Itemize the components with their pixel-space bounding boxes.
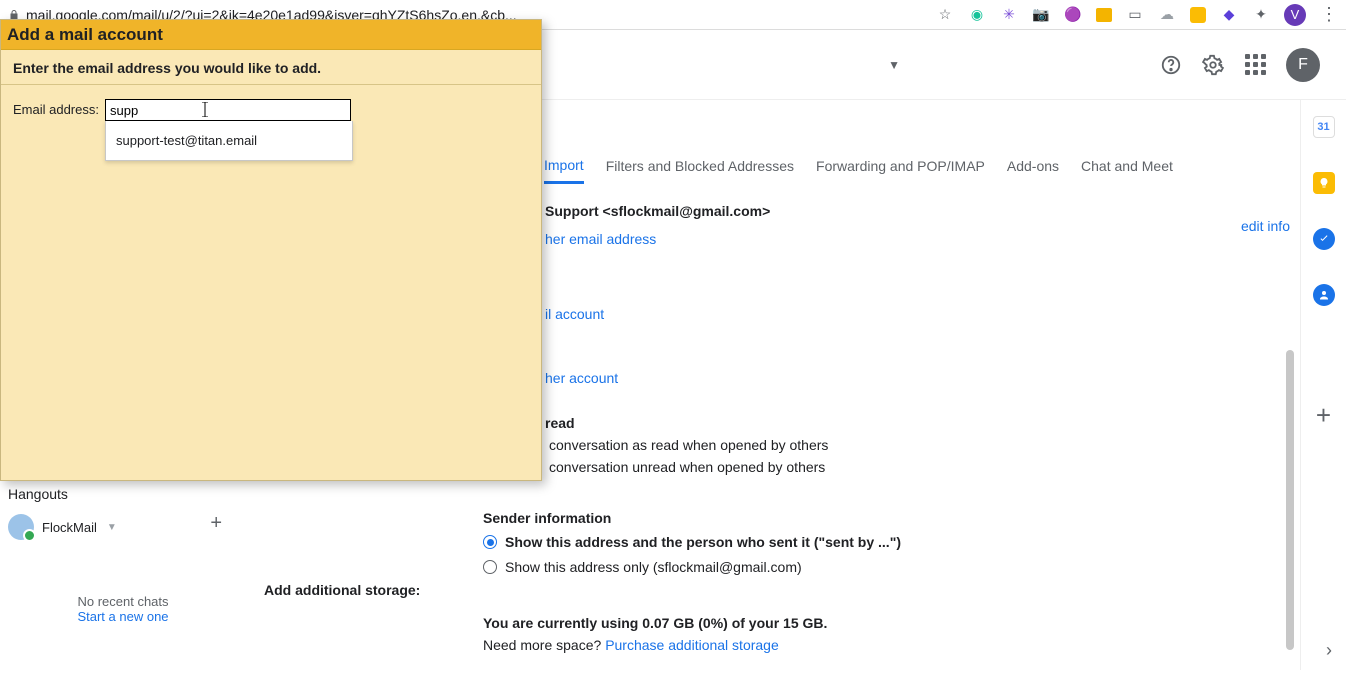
- add-other-account-link[interactable]: her account: [545, 367, 1283, 389]
- account-avatar[interactable]: F: [1286, 48, 1320, 82]
- sender-info-opt1-label: Show this address and the person who sen…: [505, 531, 901, 553]
- tab-addons[interactable]: Add-ons: [1007, 158, 1059, 182]
- autocomplete-suggestion[interactable]: support-test@titan.email: [105, 121, 353, 161]
- chrome-profile-avatar[interactable]: V: [1284, 4, 1306, 26]
- storage-usage-line: You are currently using 0.07 GB (0%) of …: [483, 615, 827, 631]
- modal-title: Add a mail account: [1, 20, 541, 50]
- radio-checked-icon[interactable]: [483, 535, 497, 549]
- mark-as-read-heading: read: [545, 412, 1283, 434]
- add-mail-account-modal: Add a mail account Enter the email addre…: [0, 19, 542, 481]
- side-panel-add-icon[interactable]: +: [1316, 400, 1331, 431]
- hangouts-start-link[interactable]: Start a new one: [8, 609, 238, 624]
- hangouts-empty-text: No recent chats: [77, 594, 168, 609]
- radio-unchecked-icon[interactable]: [483, 560, 497, 574]
- mark-read-opt1: conversation as read when opened by othe…: [549, 434, 1283, 456]
- hangouts-title: Hangouts: [8, 486, 238, 502]
- hangouts-user-caret-icon[interactable]: ▼: [107, 522, 117, 533]
- tab-accounts-import[interactable]: Import: [544, 157, 584, 184]
- send-as-address: Support <sflockmail@gmail.com>: [545, 200, 1283, 222]
- tab-forwarding[interactable]: Forwarding and POP/IMAP: [816, 158, 985, 182]
- ext-window-icon[interactable]: ▭: [1126, 6, 1144, 24]
- side-panel: 31 +: [1300, 100, 1346, 670]
- ext-diamond-icon[interactable]: ◆: [1220, 6, 1238, 24]
- add-mail-account-link[interactable]: il account: [545, 303, 1283, 325]
- vertical-scrollbar[interactable]: [1286, 350, 1294, 650]
- sender-info-opt2-label: Show this address only (sflockmail@gmail…: [505, 556, 802, 578]
- hangouts-panel: Hangouts FlockMail ▼ + No recent chats S…: [8, 486, 238, 624]
- ext-grammarly-icon[interactable]: ◉: [968, 6, 986, 24]
- tab-filters[interactable]: Filters and Blocked Addresses: [606, 158, 794, 182]
- hangouts-avatar-icon: [8, 514, 34, 540]
- purchase-storage-link[interactable]: Purchase additional storage: [605, 637, 779, 653]
- tasks-icon[interactable]: [1313, 228, 1335, 250]
- google-apps-icon[interactable]: [1244, 54, 1266, 76]
- sender-info-heading: Sender information: [483, 507, 1283, 529]
- browser-toolbar: ☆ ◉ ✳ 📷 🟣 ▭ ☁ ◆ ✦ V ⋮: [936, 4, 1338, 26]
- hangouts-user-row[interactable]: FlockMail ▼: [8, 514, 238, 540]
- storage-section-label: Add additional storage:: [264, 582, 420, 598]
- email-address-input[interactable]: [105, 99, 351, 121]
- hangouts-new-chat-icon[interactable]: +: [210, 512, 222, 535]
- search-dropdown-caret-icon[interactable]: ▼: [888, 58, 900, 72]
- extensions-puzzle-icon[interactable]: ✦: [1252, 6, 1270, 24]
- ext-camera-icon[interactable]: 📷: [1032, 6, 1050, 24]
- ext-palette-icon[interactable]: 🟣: [1064, 6, 1082, 24]
- tab-chat-meet[interactable]: Chat and Meet: [1081, 158, 1173, 182]
- chrome-menu-icon[interactable]: ⋮: [1320, 4, 1338, 25]
- settings-content: Support <sflockmail@gmail.com> her email…: [483, 200, 1283, 657]
- mark-read-opt2: conversation unread when opened by other…: [549, 456, 1283, 478]
- calendar-icon[interactable]: 31: [1313, 116, 1335, 138]
- sender-info-opt2[interactable]: Show this address only (sflockmail@gmail…: [483, 556, 1283, 578]
- contacts-icon[interactable]: [1313, 284, 1335, 306]
- hangouts-username: FlockMail: [42, 520, 97, 535]
- settings-gear-icon[interactable]: [1202, 54, 1224, 76]
- keep-icon[interactable]: [1313, 172, 1335, 194]
- star-icon[interactable]: ☆: [936, 6, 954, 24]
- add-another-email-link[interactable]: her email address: [545, 228, 1283, 250]
- ext-cloud-icon[interactable]: ☁: [1158, 6, 1176, 24]
- ext-snowflake-icon[interactable]: ✳: [1000, 6, 1018, 24]
- ext-yellow-icon[interactable]: [1096, 8, 1112, 22]
- ext-box-icon[interactable]: [1190, 7, 1206, 23]
- modal-subtitle: Enter the email address you would like t…: [1, 50, 541, 85]
- sender-info-opt1[interactable]: Show this address and the person who sen…: [483, 531, 1283, 553]
- email-address-label: Email address:: [13, 99, 99, 117]
- support-icon[interactable]: [1160, 54, 1182, 76]
- side-panel-collapse-icon[interactable]: ›: [1326, 640, 1332, 661]
- storage-more-text: Need more space?: [483, 637, 605, 653]
